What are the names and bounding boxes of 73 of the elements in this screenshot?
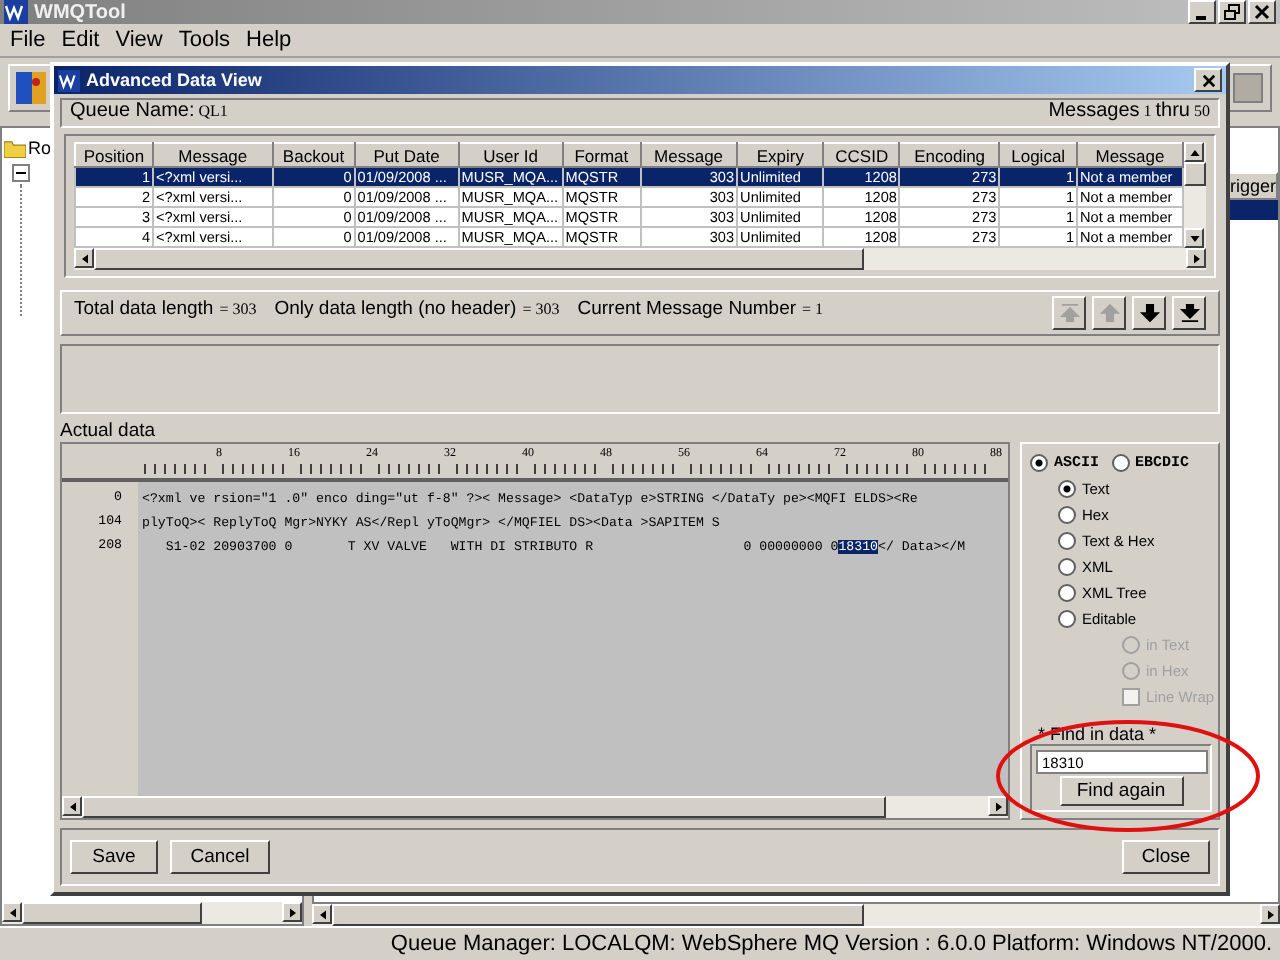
messages-label: Messages xyxy=(1048,100,1140,122)
radio-button[interactable] xyxy=(1058,558,1076,576)
column-header[interactable]: Message xyxy=(153,143,273,167)
close-icon[interactable] xyxy=(1201,73,1215,87)
scroll-left-icon[interactable] xyxy=(69,801,75,811)
menu-item[interactable]: Help xyxy=(240,28,298,52)
radio-button[interactable] xyxy=(1058,584,1076,602)
scrollbar[interactable] xyxy=(62,796,1008,818)
radio-button[interactable] xyxy=(1058,506,1076,524)
find-again-button[interactable]: Find again xyxy=(1059,776,1183,806)
column-header[interactable]: CCSID xyxy=(823,143,900,167)
app-icon xyxy=(58,69,80,91)
scroll-left-icon[interactable] xyxy=(9,907,15,917)
info-label: Current Message Number xyxy=(577,298,797,320)
info-value: = 1 xyxy=(802,300,824,318)
messages-from: 1 xyxy=(1143,102,1152,120)
column-header[interactable]: rigger xyxy=(1228,172,1278,200)
close-button[interactable] xyxy=(1248,0,1276,24)
dialog-button[interactable]: Save xyxy=(70,840,158,874)
window-title: WMQTool xyxy=(34,1,126,23)
dialog-title: Advanced Data View xyxy=(86,70,262,90)
scroll-left-icon[interactable] xyxy=(81,253,87,263)
info-label: Total data length xyxy=(74,298,214,320)
column-header[interactable]: Put Date xyxy=(354,143,459,167)
menu-item[interactable]: Edit xyxy=(55,28,106,52)
scroll-up-icon[interactable] xyxy=(1189,149,1199,155)
dialog-button[interactable]: Cancel xyxy=(170,840,270,874)
close-button[interactable] xyxy=(1194,68,1222,92)
column-header[interactable]: Encoding xyxy=(899,143,1000,167)
restore-button[interactable] xyxy=(1218,0,1246,24)
scrollbar[interactable] xyxy=(1184,142,1206,248)
column-header[interactable]: Expiry xyxy=(737,143,824,167)
messages-to: 50 xyxy=(1194,102,1210,120)
column-header[interactable]: Logical xyxy=(999,143,1077,167)
scroll-right-icon[interactable] xyxy=(1267,909,1273,919)
section-label: Actual data xyxy=(60,420,158,442)
radio-button[interactable] xyxy=(1058,480,1076,498)
folder-icon xyxy=(4,139,26,157)
tree-item[interactable]: Ro xyxy=(28,138,52,158)
column-header[interactable]: Message xyxy=(1077,143,1183,167)
column-header[interactable]: User Id xyxy=(458,143,563,167)
queue-name-value: QL1 xyxy=(198,102,228,120)
menu-item[interactable]: View xyxy=(109,28,169,52)
info-value: = 303 xyxy=(219,300,257,318)
scroll-right-icon[interactable] xyxy=(289,907,295,917)
app-icon xyxy=(4,0,28,24)
menu-item[interactable]: File xyxy=(4,28,52,52)
scroll-left-icon[interactable] xyxy=(319,909,325,919)
column-header[interactable]: Message xyxy=(640,143,738,167)
queue-name-label: Queue Name: xyxy=(70,100,195,122)
collapse-toggle[interactable] xyxy=(12,163,30,181)
info-label: Only data length (no header) xyxy=(274,298,517,320)
radio-button[interactable] xyxy=(1058,532,1076,550)
minimize-button[interactable] xyxy=(1188,0,1216,24)
menu-item[interactable]: Tools xyxy=(172,28,237,52)
column-header[interactable]: Position xyxy=(75,143,153,167)
scrollbar[interactable] xyxy=(2,902,302,924)
close-dialog-button[interactable]: Close xyxy=(1122,840,1210,874)
column-header[interactable]: Format xyxy=(562,143,641,167)
close-icon[interactable] xyxy=(1254,4,1270,20)
radio-button[interactable] xyxy=(1111,454,1130,472)
scroll-right-icon[interactable] xyxy=(995,801,1001,811)
scrollbar[interactable] xyxy=(312,904,1280,926)
scroll-down-icon[interactable] xyxy=(1189,235,1199,241)
restore-icon[interactable] xyxy=(1224,4,1240,20)
thru-label: thru xyxy=(1155,100,1190,122)
radio-button[interactable] xyxy=(1030,454,1048,472)
scrollbar[interactable] xyxy=(74,248,1206,270)
info-value: = 303 xyxy=(522,300,560,318)
scroll-right-icon[interactable] xyxy=(1193,253,1199,263)
status-text: Queue Manager: LOCALQM: WebSphere MQ Version : 6.0.0 Platform: Windows NT/2000. xyxy=(390,932,1272,956)
radio-button[interactable] xyxy=(1058,610,1076,628)
column-header[interactable]: Backout xyxy=(272,143,355,167)
